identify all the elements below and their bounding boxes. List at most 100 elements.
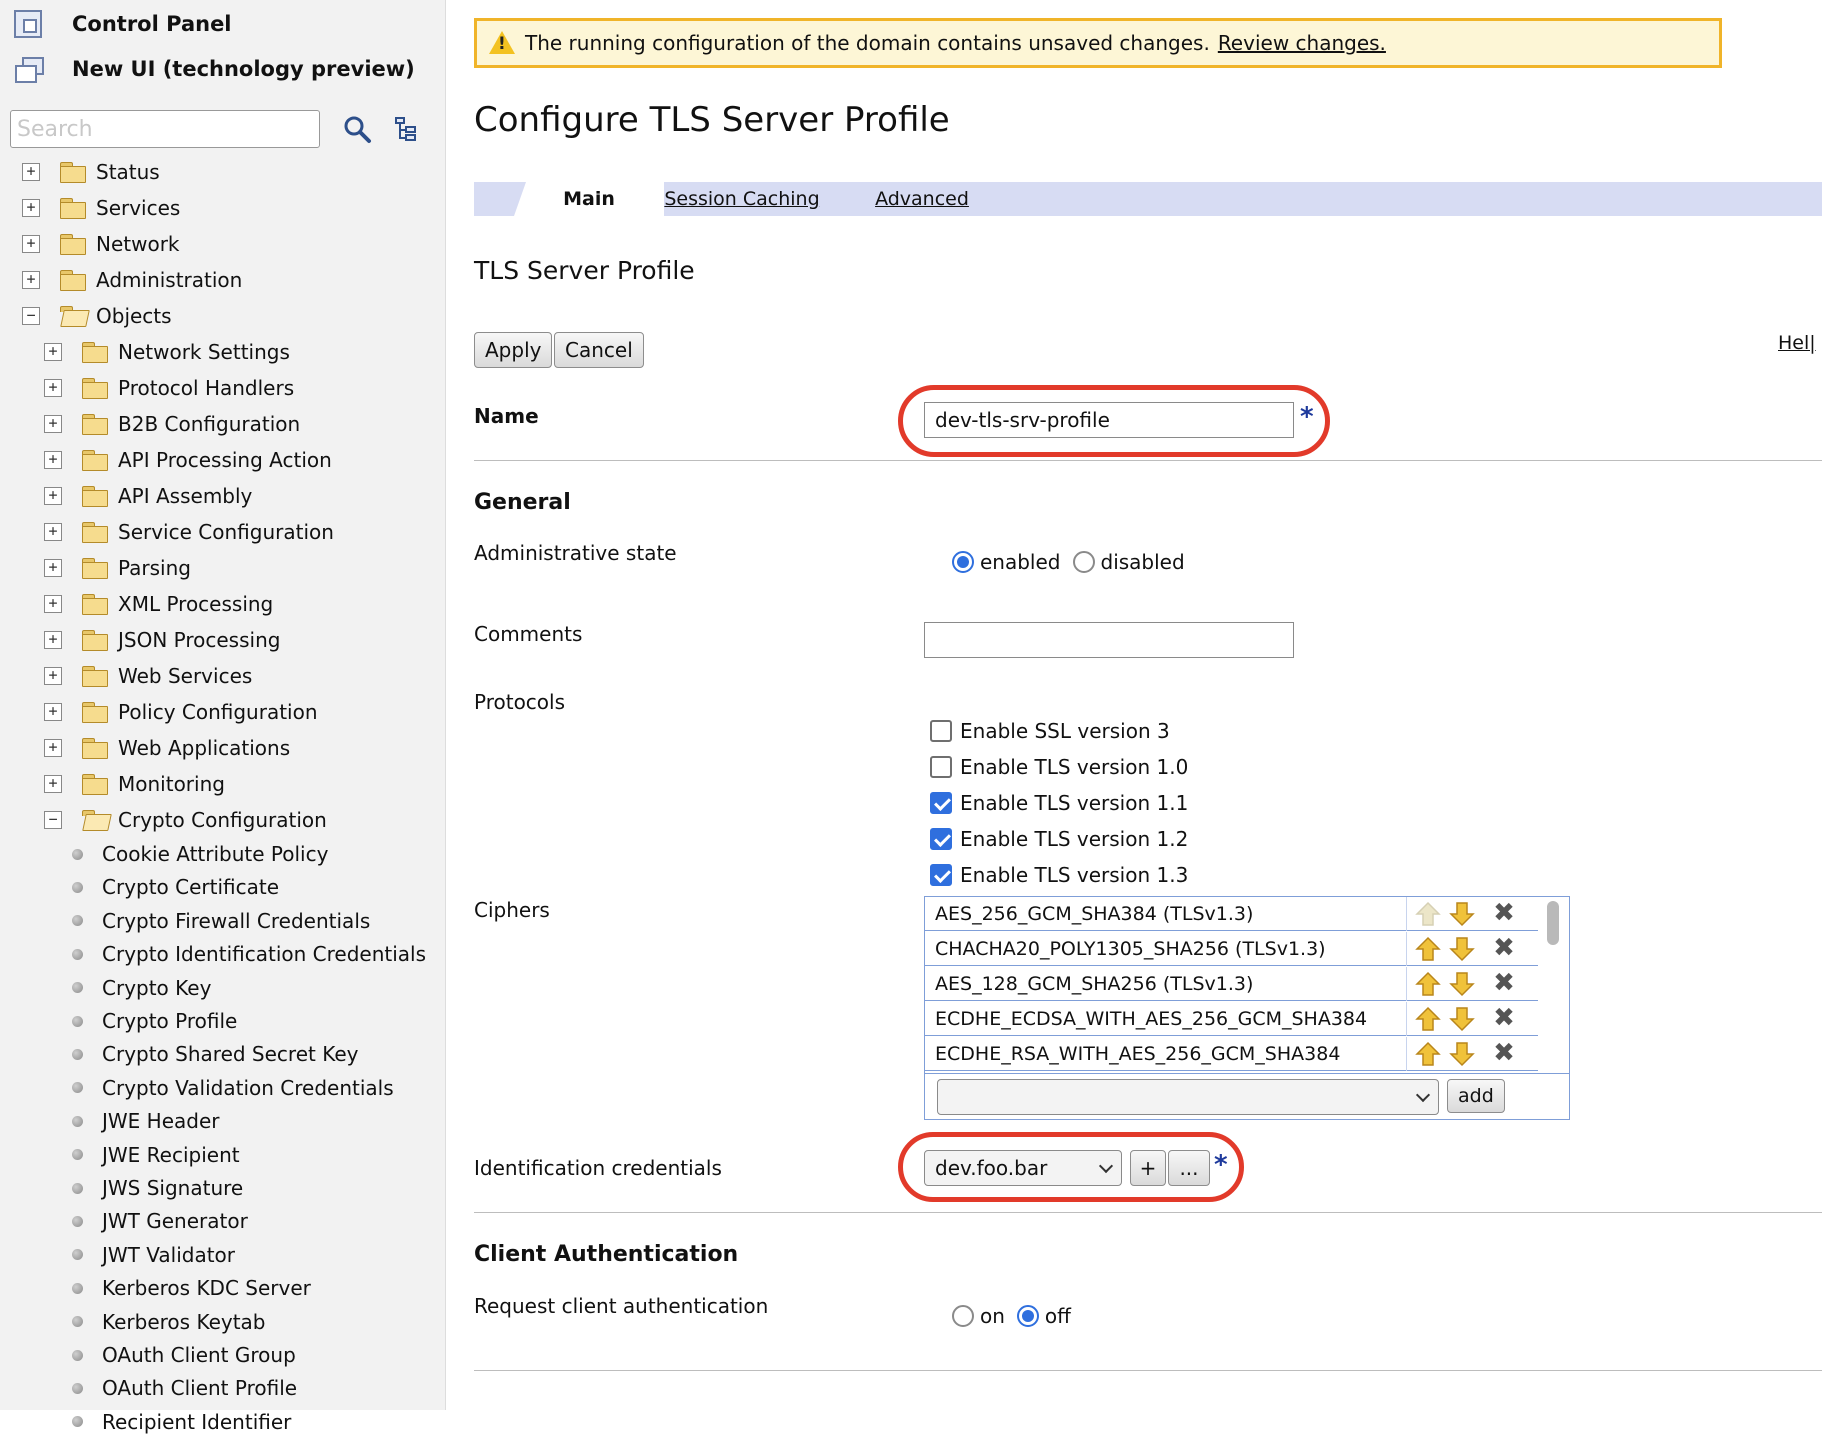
tree-item-protocol-handlers[interactable]: + Protocol Handlers xyxy=(44,373,294,403)
move-down-icon[interactable] xyxy=(1449,1041,1475,1067)
client-auth-on-radio[interactable] xyxy=(952,1305,974,1327)
collapse-icon[interactable]: − xyxy=(22,307,40,325)
move-up-icon[interactable] xyxy=(1415,936,1441,962)
tree-item-cookie-attribute-policy[interactable]: Cookie Attribute Policy xyxy=(72,839,328,869)
move-up-icon[interactable] xyxy=(1415,971,1441,997)
expand-icon[interactable]: + xyxy=(44,415,62,433)
apply-button[interactable]: Apply xyxy=(474,332,553,368)
expand-icon[interactable]: + xyxy=(22,271,40,289)
tab-session-caching[interactable]: Session Caching xyxy=(642,182,842,216)
tree-item-crypto-identification-credentials[interactable]: Crypto Identification Credentials xyxy=(72,939,426,969)
tree-item-crypto-shared-secret-key[interactable]: Crypto Shared Secret Key xyxy=(72,1039,358,1069)
tree-item-web-services[interactable]: + Web Services xyxy=(44,661,252,691)
expand-icon[interactable]: + xyxy=(44,451,62,469)
protocol-option[interactable]: Enable SSL version 3 xyxy=(930,716,1170,746)
protocol-checkbox[interactable] xyxy=(930,864,952,886)
tab-advanced[interactable]: Advanced xyxy=(842,182,1002,216)
control-panel-link[interactable]: Control Panel xyxy=(14,10,232,38)
comments-field[interactable] xyxy=(924,622,1294,658)
tree-item-administration[interactable]: + Administration xyxy=(22,265,242,295)
tree-item-jws-signature[interactable]: JWS Signature xyxy=(72,1173,243,1203)
review-changes-link[interactable]: Review changes. xyxy=(1218,31,1386,55)
expand-icon[interactable]: + xyxy=(44,379,62,397)
tree-item-crypto-configuration[interactable]: − Crypto Configuration xyxy=(44,805,327,835)
client-auth-off-radio[interactable] xyxy=(1016,1305,1039,1327)
protocol-checkbox[interactable] xyxy=(930,756,952,778)
protocol-option[interactable]: Enable TLS version 1.1 xyxy=(930,788,1188,818)
expand-icon[interactable]: + xyxy=(44,343,62,361)
move-down-icon[interactable] xyxy=(1449,1006,1475,1032)
protocol-checkbox[interactable] xyxy=(930,828,952,850)
identification-credentials-select[interactable]: dev.foo.bar xyxy=(924,1150,1122,1186)
tree-item-network-settings[interactable]: + Network Settings xyxy=(44,337,290,367)
tree-item-objects[interactable]: − Objects xyxy=(22,301,172,331)
tree-item-api-processing-action[interactable]: + API Processing Action xyxy=(44,445,332,475)
new-ui-link[interactable]: New UI (technology preview) xyxy=(14,55,415,83)
expand-icon[interactable]: + xyxy=(22,199,40,217)
cipher-select[interactable] xyxy=(937,1079,1439,1115)
name-field[interactable] xyxy=(924,402,1294,438)
tree-item-crypto-profile[interactable]: Crypto Profile xyxy=(72,1006,237,1036)
move-down-icon[interactable] xyxy=(1449,901,1475,927)
move-down-icon[interactable] xyxy=(1449,971,1475,997)
tree-item-kerberos-kdc-server[interactable]: Kerberos KDC Server xyxy=(72,1273,311,1303)
search-icon[interactable] xyxy=(342,114,372,144)
protocol-checkbox[interactable] xyxy=(930,720,952,742)
expand-icon[interactable]: + xyxy=(44,487,62,505)
tree-item-jwt-generator[interactable]: JWT Generator xyxy=(72,1206,248,1236)
tree-item-crypto-firewall-credentials[interactable]: Crypto Firewall Credentials xyxy=(72,906,370,936)
tree-item-policy-configuration[interactable]: + Policy Configuration xyxy=(44,697,318,727)
delete-icon[interactable]: ✖ xyxy=(1491,935,1517,962)
admin-state-disabled-radio[interactable] xyxy=(1072,551,1095,573)
tree-item-monitoring[interactable]: + Monitoring xyxy=(44,769,225,799)
tree-item-json-processing[interactable]: + JSON Processing xyxy=(44,625,280,655)
tree-item-oauth-client-group[interactable]: OAuth Client Group xyxy=(72,1340,296,1370)
admin-state-enabled-radio[interactable] xyxy=(952,551,974,573)
move-up-icon[interactable] xyxy=(1415,1006,1441,1032)
tree-item-crypto-validation-credentials[interactable]: Crypto Validation Credentials xyxy=(72,1073,394,1103)
tree-item-jwe-header[interactable]: JWE Header xyxy=(72,1106,220,1136)
tree-item-recipient-identifier[interactable]: Recipient Identifier xyxy=(72,1407,291,1437)
tree-item-oauth-client-profile[interactable]: OAuth Client Profile xyxy=(72,1373,297,1403)
tree-item-kerberos-keytab[interactable]: Kerberos Keytab xyxy=(72,1307,266,1337)
expand-icon[interactable]: + xyxy=(44,523,62,541)
tree-item-services[interactable]: + Services xyxy=(22,193,180,223)
tree-item-jwt-validator[interactable]: JWT Validator xyxy=(72,1240,235,1270)
edit-credentials-button[interactable]: ... xyxy=(1168,1150,1210,1186)
protocol-option[interactable]: Enable TLS version 1.3 xyxy=(930,860,1188,890)
move-up-icon[interactable] xyxy=(1415,1041,1441,1067)
tree-item-service-configuration[interactable]: + Service Configuration xyxy=(44,517,334,547)
cancel-button[interactable]: Cancel xyxy=(554,332,644,368)
delete-icon[interactable]: ✖ xyxy=(1491,1005,1517,1032)
protocol-option[interactable]: Enable TLS version 1.2 xyxy=(930,824,1188,854)
expand-icon[interactable]: + xyxy=(44,703,62,721)
expand-icon[interactable]: + xyxy=(22,235,40,253)
expand-icon[interactable]: + xyxy=(44,739,62,757)
ciphers-scrollbar[interactable] xyxy=(1547,901,1559,945)
expand-icon[interactable]: + xyxy=(44,667,62,685)
tree-item-status[interactable]: + Status xyxy=(22,157,160,187)
tree-view-icon[interactable] xyxy=(394,116,418,142)
delete-icon[interactable]: ✖ xyxy=(1491,970,1517,997)
cipher-add-button[interactable]: add xyxy=(1447,1079,1505,1113)
tree-item-network[interactable]: + Network xyxy=(22,229,180,259)
add-credentials-button[interactable]: + xyxy=(1130,1150,1166,1186)
tree-item-xml-processing[interactable]: + XML Processing xyxy=(44,589,273,619)
delete-icon[interactable]: ✖ xyxy=(1491,1040,1517,1067)
tree-item-crypto-certificate[interactable]: Crypto Certificate xyxy=(72,872,279,902)
protocol-checkbox[interactable] xyxy=(930,792,952,814)
tree-item-jwe-recipient[interactable]: JWE Recipient xyxy=(72,1140,240,1170)
expand-icon[interactable]: + xyxy=(44,775,62,793)
search-input[interactable] xyxy=(10,110,320,148)
tree-item-b2b-configuration[interactable]: + B2B Configuration xyxy=(44,409,300,439)
move-down-icon[interactable] xyxy=(1449,936,1475,962)
tree-item-api-assembly[interactable]: + API Assembly xyxy=(44,481,252,511)
collapse-icon[interactable]: − xyxy=(44,811,62,829)
help-link[interactable]: Hel| xyxy=(1778,332,1816,354)
tree-item-web-applications[interactable]: + Web Applications xyxy=(44,733,290,763)
tree-item-crypto-key[interactable]: Crypto Key xyxy=(72,973,211,1003)
expand-icon[interactable]: + xyxy=(44,595,62,613)
move-up-icon[interactable] xyxy=(1415,901,1441,927)
expand-icon[interactable]: + xyxy=(44,631,62,649)
tree-item-parsing[interactable]: + Parsing xyxy=(44,553,191,583)
